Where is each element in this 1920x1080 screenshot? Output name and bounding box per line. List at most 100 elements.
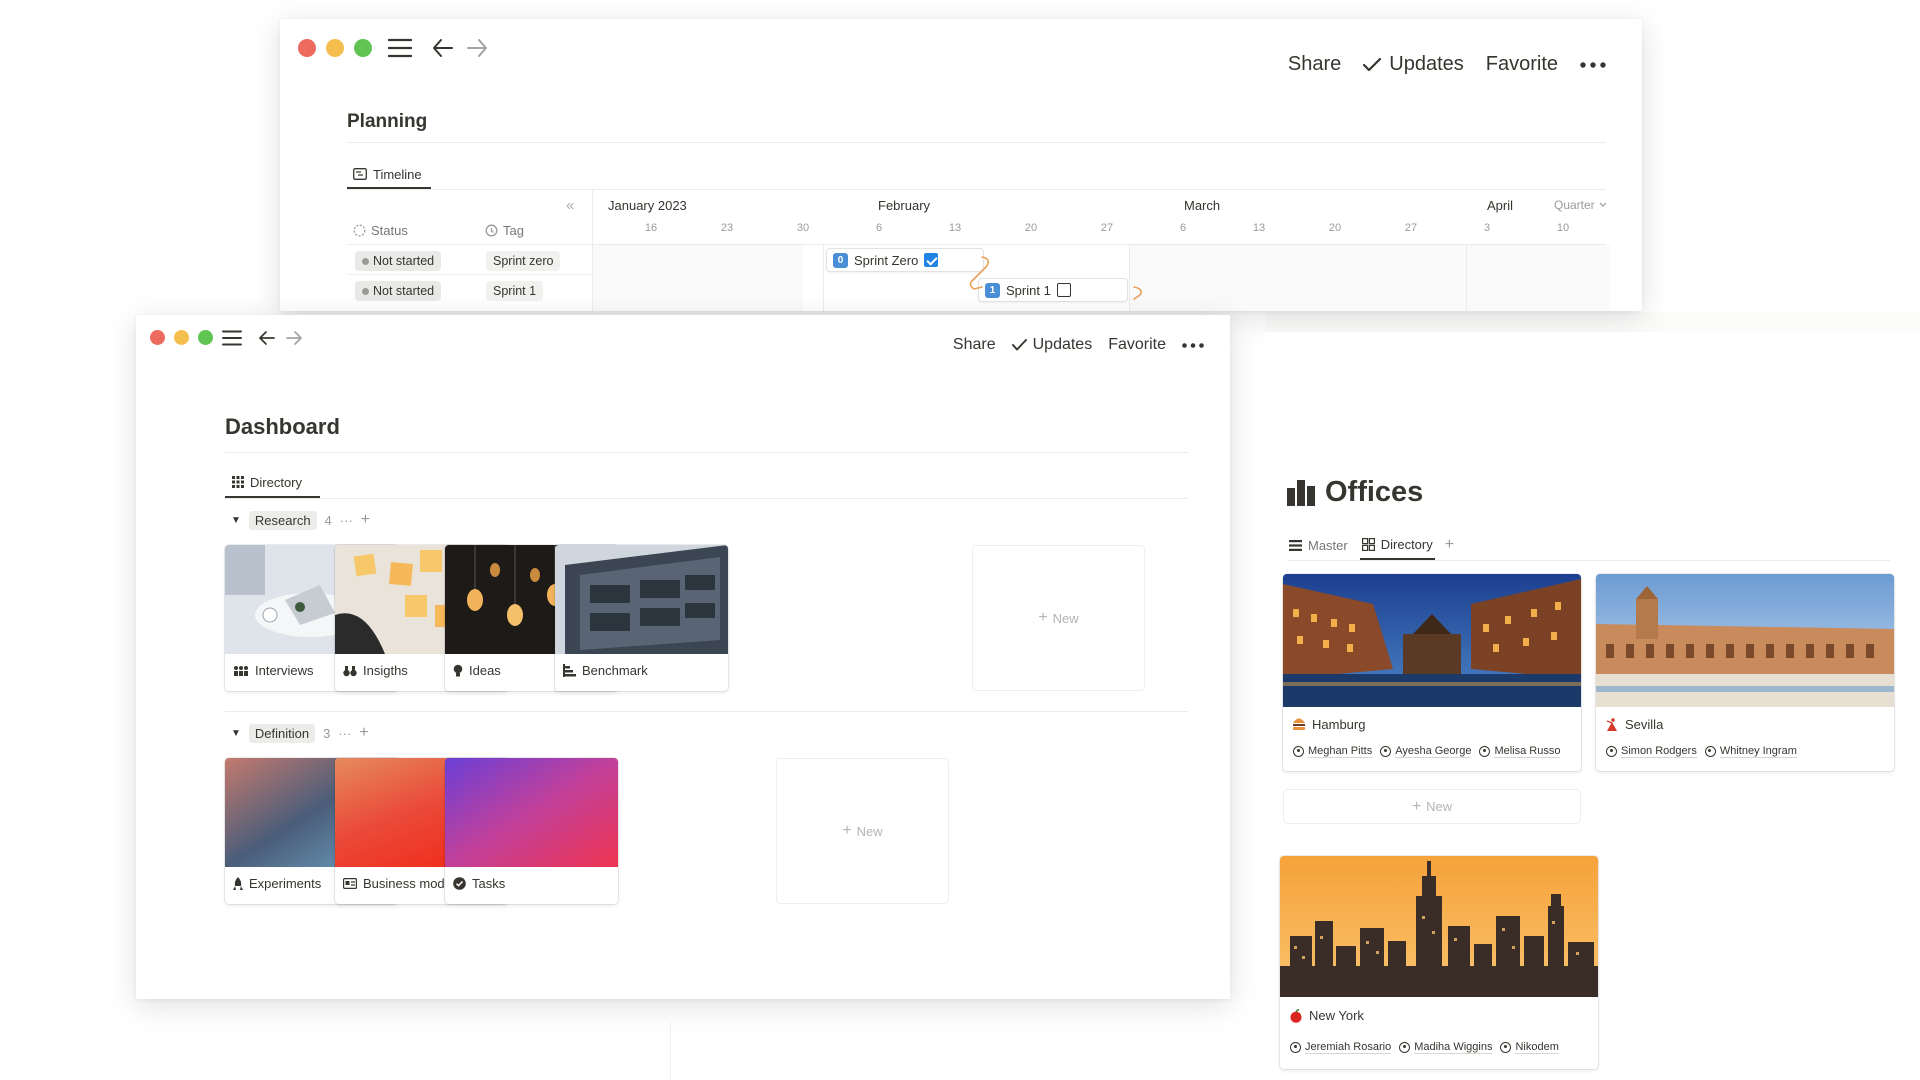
people-list: Simon Rodgers Whitney Ingram: [1606, 745, 1797, 758]
collapse-toggle-icon[interactable]: ▼: [231, 515, 241, 526]
tag-badge[interactable]: Sprint zero: [486, 251, 561, 271]
card-cover-image: [1596, 574, 1894, 707]
menu-icon[interactable]: [222, 329, 242, 347]
group-add-icon[interactable]: +: [359, 724, 368, 742]
window-controls: [298, 39, 372, 57]
day-label: 30: [796, 222, 810, 234]
minimize-window-button[interactable]: [326, 39, 344, 57]
background-window-stub-bottom: [670, 1022, 1230, 1080]
check-circle-icon: [453, 877, 466, 890]
collapse-table-icon[interactable]: «: [566, 197, 574, 214]
person-icon: [1293, 746, 1304, 757]
column-header-tag[interactable]: Tag: [485, 223, 524, 238]
group-name[interactable]: Definition: [248, 723, 316, 743]
plus-icon: +: [1411, 797, 1422, 815]
add-view-icon[interactable]: +: [1445, 536, 1454, 554]
timeline-view-select[interactable]: Quarter: [1554, 198, 1607, 212]
divider: [1287, 560, 1890, 561]
card-cover-image: [1283, 574, 1581, 707]
person-tag[interactable]: Jeremiah Rosario: [1290, 1041, 1392, 1054]
person-tag[interactable]: Whitney Ingram: [1704, 745, 1797, 758]
favorite-button[interactable]: Favorite: [1108, 336, 1166, 354]
group-more-icon[interactable]: ···: [340, 513, 353, 528]
planning-window: Share Updates Favorite Planning Timeline…: [280, 19, 1642, 311]
day-label: 20: [1328, 222, 1342, 234]
card-title: Business model: [343, 876, 455, 891]
person-tag[interactable]: Simon Rodgers: [1606, 745, 1697, 758]
more-options-icon[interactable]: [1182, 342, 1204, 348]
gallery-card[interactable]: New York Jeremiah Rosario Madiha Wiggins…: [1280, 856, 1598, 1069]
month-label: January 2023: [608, 198, 687, 213]
task-checkbox[interactable]: [924, 253, 939, 267]
month-label: February: [878, 198, 931, 213]
updates-button[interactable]: Updates: [1011, 336, 1092, 354]
window-controls: [150, 330, 213, 345]
person-tag[interactable]: Melisa Russo: [1479, 745, 1561, 758]
person-tag[interactable]: Madiha Wiggins: [1399, 1041, 1493, 1054]
person-tag[interactable]: Nikodem: [1500, 1041, 1559, 1054]
card-title: Experiments: [233, 876, 321, 891]
share-button[interactable]: Share: [1288, 53, 1341, 76]
forward-arrow-icon[interactable]: [285, 329, 303, 347]
divider: [225, 452, 1188, 453]
window-header-actions: Share Updates Favorite: [1288, 53, 1606, 76]
person-icon: [1704, 746, 1716, 757]
new-card-button[interactable]: + New: [776, 758, 949, 904]
timeline-month-line: [823, 245, 824, 311]
back-arrow-icon[interactable]: [432, 37, 454, 59]
dancer-icon: [1606, 717, 1617, 731]
menu-icon[interactable]: [388, 37, 412, 59]
task-checkbox[interactable]: [1056, 283, 1071, 297]
status-dot: [362, 257, 369, 265]
card-title: Sevilla: [1605, 717, 1663, 732]
person-tag[interactable]: Meghan Pitts: [1293, 745, 1373, 758]
gallery-card[interactable]: Hamburg Meghan Pitts Ayesha George Melis…: [1283, 574, 1581, 771]
favorite-button[interactable]: Favorite: [1486, 53, 1558, 76]
more-options-icon[interactable]: [1580, 61, 1606, 68]
back-arrow-icon[interactable]: [258, 329, 276, 347]
day-label: 6: [875, 222, 883, 234]
close-window-button[interactable]: [150, 330, 165, 345]
card-cover-image: [445, 758, 618, 867]
new-card-button[interactable]: + New: [972, 545, 1145, 691]
forward-arrow-icon[interactable]: [466, 37, 488, 59]
maximize-window-button[interactable]: [354, 39, 372, 57]
status-badge[interactable]: Not started: [355, 251, 442, 271]
building-icon: [1287, 479, 1315, 506]
maximize-window-button[interactable]: [198, 330, 213, 345]
people-list: Jeremiah Rosario Madiha Wiggins Nikodem: [1290, 1041, 1559, 1054]
dependency-arrow-icon: [969, 256, 990, 290]
card-title: Tasks: [453, 876, 505, 891]
new-card-button[interactable]: + New: [1283, 789, 1581, 824]
gallery-card[interactable]: Sevilla Simon Rodgers Whitney Ingram: [1596, 574, 1894, 771]
card-title: New York: [1289, 1008, 1364, 1023]
tab-directory[interactable]: Directory: [225, 468, 320, 498]
minimize-window-button[interactable]: [174, 330, 189, 345]
status-badge[interactable]: Not started: [355, 281, 442, 301]
people-list: Meghan Pitts Ayesha George Melisa Russo: [1293, 745, 1561, 758]
rocket-icon: [233, 876, 243, 890]
close-window-button[interactable]: [298, 39, 316, 57]
person-icon: [1380, 746, 1392, 757]
column-header-status[interactable]: Status: [353, 223, 408, 238]
gallery-card[interactable]: Tasks: [445, 758, 618, 904]
updates-button[interactable]: Updates: [1363, 53, 1464, 76]
group-add-icon[interactable]: +: [361, 511, 370, 529]
chevron-down-icon: [1599, 202, 1607, 207]
share-button[interactable]: Share: [953, 336, 996, 354]
tab-directory[interactable]: Directory: [1359, 530, 1435, 560]
group-more-icon[interactable]: ···: [338, 726, 351, 741]
day-label: 13: [1252, 222, 1266, 234]
tab-timeline[interactable]: Timeline: [347, 161, 431, 189]
day-label: 23: [720, 222, 734, 234]
tag-badge[interactable]: Sprint 1: [486, 281, 544, 301]
person-icon: [1500, 1042, 1512, 1053]
tab-master[interactable]: Master: [1287, 530, 1350, 560]
gallery-card[interactable]: Benchmark: [555, 545, 728, 691]
check-icon: [1363, 57, 1382, 71]
burger-icon: [1293, 718, 1305, 730]
person-tag[interactable]: Ayesha George: [1380, 745, 1472, 758]
group-name[interactable]: Research: [248, 510, 317, 530]
collapse-toggle-icon[interactable]: ▼: [231, 728, 241, 739]
view-tabs: Master Directory +: [1287, 530, 1454, 560]
